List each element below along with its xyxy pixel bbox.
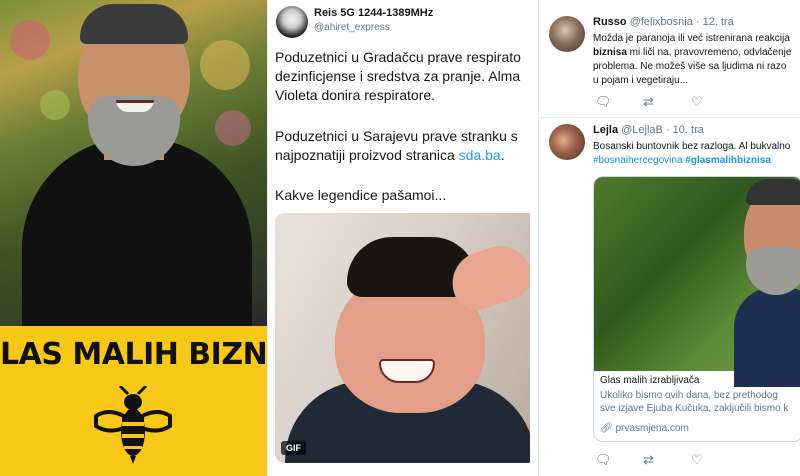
link-preview-description-line: Ukoliko bismo ovih dana, bez prethodog xyxy=(600,390,778,401)
poster-headline: LAS MALIH BIZNIS xyxy=(0,337,267,372)
middle-tweet[interactable]: Reis 5G 1244-1389MHz @ahiret_express Pod… xyxy=(267,0,530,476)
link-preview-description: Ukoliko bismo ovih dana, bez prethodog s… xyxy=(600,389,800,415)
reply-icon[interactable]: 🗨︎ xyxy=(595,452,643,468)
tweet-text-line: Kakve legendice pašamoi... xyxy=(275,187,447,203)
sda-link[interactable]: sda.ba xyxy=(459,147,501,163)
tweet-text-line: #bosnaihercegovina #glasmalihbiznisa xyxy=(593,154,799,168)
link-preview-domain: prvasmjena.com xyxy=(615,423,689,434)
user-handle[interactable]: @ahiret_express xyxy=(314,22,390,33)
user-handle[interactable]: @LejlaB · 10. tra xyxy=(621,124,704,136)
tweet-text-line: najpoznatiji proizvod stranica sda.ba. xyxy=(275,146,505,165)
tweet-text-line: Poduzetnici u Gradačcu prave respirato xyxy=(275,49,521,65)
tweet-lejla[interactable]: Lejla @LejlaB · 10. tra Bosanski buntovn… xyxy=(539,118,800,476)
tweet-text-line: u pojam i vegetiraju... xyxy=(593,75,689,86)
tweet-text-line: Možda je paranoja ili već istreniranа re… xyxy=(593,33,790,44)
tweet-text-bold: biznisa xyxy=(593,47,627,58)
like-icon[interactable]: ♡ xyxy=(691,94,739,110)
tweet-body: Bosanski buntovnik bez razloga. Al bukva… xyxy=(593,140,799,168)
tweet-russo[interactable]: Russo @felixbosnia · 12. tra Možda je pa… xyxy=(539,10,800,118)
link-preview-description-line: sve izjave Ejuba Kučuka, zaključili bism… xyxy=(600,403,789,414)
reply-icon[interactable]: 🗨︎ xyxy=(595,94,643,110)
tweet-text-fragment: . xyxy=(500,147,505,163)
like-icon[interactable]: ♡ xyxy=(691,452,739,468)
right-tweet-stack: Russo @felixbosnia · 12. tra Možda je pa… xyxy=(538,0,800,476)
tweet-text-line: Violeta donira respiratore. xyxy=(275,87,436,103)
tweet-text-line: Bosanski buntovnik bez razloga. Al bukva… xyxy=(593,141,791,152)
link-icon: 🔗︎ xyxy=(600,423,613,434)
retweet-icon[interactable]: ⇄ xyxy=(643,94,691,110)
avatar[interactable] xyxy=(276,6,308,38)
tweet-actions: 🗨︎ ⇄ ♡ xyxy=(595,94,739,110)
user-name[interactable]: Reis 5G 1244-1389MHz xyxy=(314,7,433,19)
user-name[interactable]: Russo xyxy=(593,16,627,28)
link-preview-card[interactable]: Glas malih izrabljivača Ukoliko bismo ov… xyxy=(593,176,800,442)
tweet-text-line: Poduzetnici u Sarajevu prave stranku s xyxy=(275,128,518,144)
tweet-text-fragment: najpoznatiji proizvod stranica xyxy=(275,147,459,163)
tweet-body: Možda je paranoja ili već istreniranа re… xyxy=(593,32,799,88)
gif-badge: GIF xyxy=(281,441,306,455)
tweet-text-fragment: mi liči na, pravovremeno, odvlačenje xyxy=(626,47,792,58)
user-handle[interactable]: @felixbosnia · 12. tra xyxy=(630,16,734,28)
bee-icon xyxy=(94,386,172,464)
avatar[interactable] xyxy=(549,124,585,160)
link-preview-url: 🔗︎ prvasmjena.com xyxy=(600,423,689,434)
hashtag-link[interactable]: #bosnaihercegovina xyxy=(593,155,683,166)
user-name[interactable]: Lejla xyxy=(593,124,618,136)
tweet-text-line: dezinficjense i sredstva za pranje. Alma xyxy=(275,68,521,84)
tweet-header: Lejla @LejlaB · 10. tra xyxy=(593,124,704,136)
glas-malih-biznisa-poster: LAS MALIH BIZNIS xyxy=(0,0,267,476)
hashtag-link[interactable]: #glasmalihbiznisa xyxy=(685,155,771,166)
link-preview-image xyxy=(594,177,800,387)
poster-photo xyxy=(0,0,267,338)
tweet-text-line: problema. Ne možeš više sa ljudima ni ra… xyxy=(593,61,787,72)
tweet-actions: 🗨︎ ⇄ ♡ xyxy=(595,452,739,468)
avatar[interactable] xyxy=(549,16,585,52)
gif-media[interactable]: GIF xyxy=(275,213,530,463)
tweet-text-line: biznisa mi liči na, pravovremeno, odvlač… xyxy=(593,46,799,60)
tweet-header: Russo @felixbosnia · 12. tra xyxy=(593,16,734,28)
link-preview-title: Glas malih izrabljivača xyxy=(600,375,700,386)
retweet-icon[interactable]: ⇄ xyxy=(643,452,691,468)
